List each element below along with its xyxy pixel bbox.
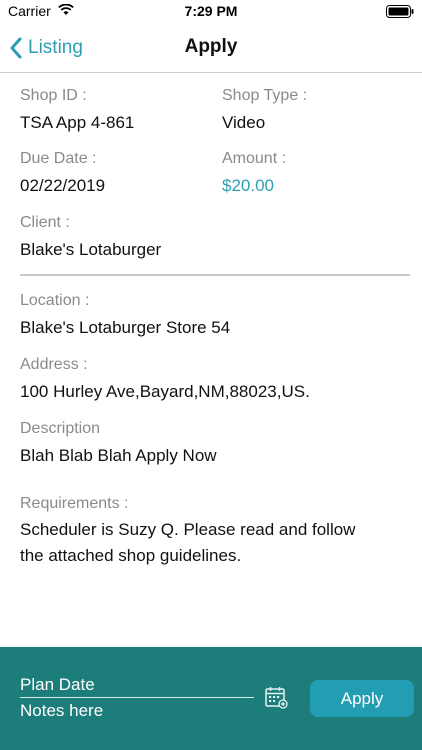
location-label: Location : xyxy=(20,292,90,309)
amount-field: Amount : $20.00 xyxy=(222,150,286,196)
amount-value: $20.00 xyxy=(222,176,274,195)
clock: 7:29 PM xyxy=(184,3,238,19)
requirements-line-2: the attached shop guidelines. xyxy=(20,546,242,565)
shop-id-value: TSA App 4-861 xyxy=(20,113,135,132)
shop-type-label: Shop Type : xyxy=(222,87,308,104)
client-label: Client : xyxy=(20,214,70,231)
page-title: Apply xyxy=(184,36,238,57)
shop-id-label: Shop ID : xyxy=(20,87,87,104)
apply-footer: Plan Date Notes here Apply xyxy=(0,647,422,750)
calendar-icon[interactable] xyxy=(264,685,288,709)
due-date-field: Due Date : 02/22/2019 xyxy=(20,150,105,196)
description-label: Description xyxy=(20,420,101,437)
status-bar: Carrier 7:29 PM xyxy=(0,0,422,24)
shop-type-value: Video xyxy=(222,113,266,132)
requirements-value: Scheduler is Suzy Q. Please read and fol… xyxy=(20,517,355,569)
requirements-field: Requirements : Scheduler is Suzy Q. Plea… xyxy=(20,495,355,569)
address-value: 100 Hurley Ave,Bayard,NM,88023,US. xyxy=(20,382,310,401)
requirements-label: Requirements : xyxy=(20,495,129,512)
section-divider xyxy=(20,274,410,276)
client-field: Client : Blake's Lotaburger xyxy=(20,214,161,260)
requirements-line-1: Scheduler is Suzy Q. Please read and fol… xyxy=(20,520,356,539)
apply-button[interactable]: Apply xyxy=(310,680,414,717)
amount-label: Amount : xyxy=(222,150,287,167)
battery-icon xyxy=(386,5,414,18)
description-value: Blah Blab Blah Apply Now xyxy=(20,446,217,465)
address-label: Address : xyxy=(20,356,88,373)
navigation-bar: Listing Apply xyxy=(0,24,422,73)
due-date-label: Due Date : xyxy=(20,150,97,167)
location-field: Location : Blake's Lotaburger Store 54 xyxy=(20,292,230,338)
address-field: Address : 100 Hurley Ave,Bayard,NM,88023… xyxy=(20,356,310,402)
description-field: Description Blah Blab Blah Apply Now xyxy=(20,420,217,466)
location-value: Blake's Lotaburger Store 54 xyxy=(20,318,231,337)
client-value: Blake's Lotaburger xyxy=(20,240,162,259)
shop-type-field: Shop Type : Video xyxy=(222,87,307,133)
plan-date-input[interactable]: Plan Date xyxy=(20,675,254,698)
notes-input[interactable]: Notes here xyxy=(20,701,254,723)
shop-id-field: Shop ID : TSA App 4-861 xyxy=(20,87,134,133)
due-date-value: 02/22/2019 xyxy=(20,176,106,195)
